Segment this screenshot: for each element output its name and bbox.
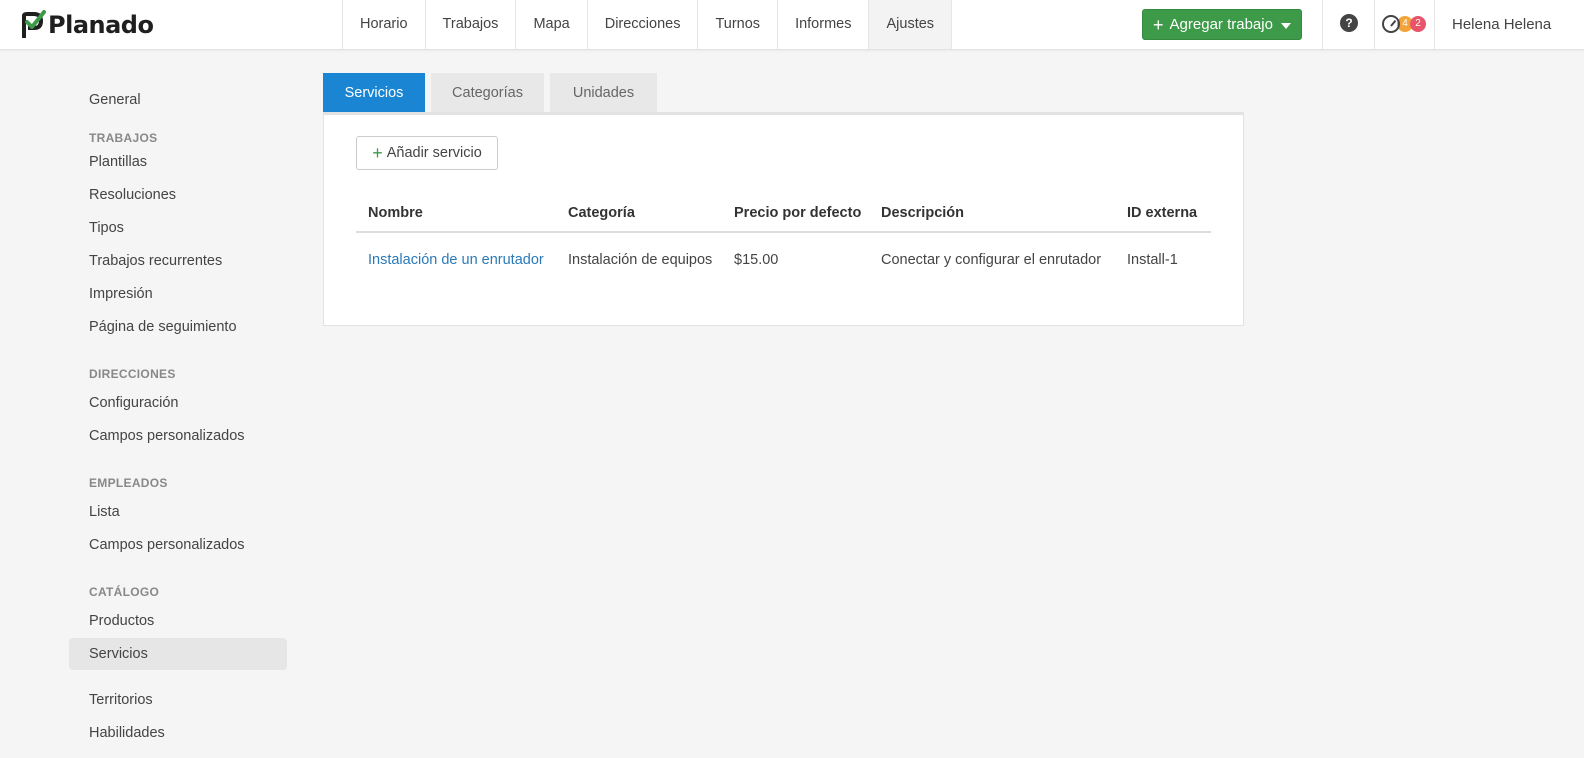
column-header-categoria[interactable]: Categoría — [568, 193, 635, 233]
services-table: Nombre Categoría Precio por defecto Desc… — [356, 193, 1211, 287]
sidebar-heading-direcciones: DIRECCIONES — [89, 367, 176, 381]
sidebar-heading-empleados: EMPLEADOS — [89, 476, 168, 490]
nav-item-informes[interactable]: Informes — [778, 0, 870, 49]
tab-unidades[interactable]: Unidades — [550, 73, 657, 113]
column-header-precio[interactable]: Precio por defecto — [734, 193, 861, 233]
sidebar-heading-trabajos: TRABAJOS — [89, 131, 158, 145]
top-bar: Planado Horario Trabajos Mapa Direccione… — [0, 0, 1584, 50]
nav-item-horario[interactable]: Horario — [343, 0, 426, 49]
clock-icon — [1382, 15, 1400, 33]
service-category: Instalación de equipos — [568, 252, 713, 268]
sidebar-item-configuracion[interactable]: Configuración — [69, 387, 287, 419]
nav-item-mapa[interactable]: Mapa — [516, 0, 588, 49]
service-price: $15.00 — [734, 252, 779, 268]
sidebar-item-habilidades[interactable]: Habilidades — [69, 717, 287, 749]
nav-item-trabajos[interactable]: Trabajos — [426, 0, 517, 49]
help-icon[interactable]: ? — [1340, 14, 1358, 32]
service-description: Conectar y configurar el enrutador — [881, 252, 1102, 268]
planado-logo[interactable]: Planado — [20, 9, 154, 41]
table-row: Instalación de un enrutador Instalación … — [356, 233, 1211, 287]
sidebar-item-productos[interactable]: Productos — [69, 605, 287, 637]
nav-item-direcciones[interactable]: Direcciones — [588, 0, 699, 49]
sidebar-item-trabajos-recurrentes[interactable]: Trabajos recurrentes — [69, 245, 287, 277]
sidebar-item-plantillas[interactable]: Plantillas — [69, 146, 287, 178]
sidebar-item-territorios[interactable]: Territorios — [69, 684, 287, 716]
main-nav: Horario Trabajos Mapa Direcciones Turnos… — [342, 0, 953, 49]
logo-text: Planado — [48, 11, 154, 39]
sidebar-item-pagina-seguimiento[interactable]: Página de seguimiento — [69, 311, 287, 343]
sidebar-item-lista[interactable]: Lista — [69, 496, 287, 528]
tab-categorias[interactable]: Categorías — [431, 73, 544, 113]
sidebar-item-tipos[interactable]: Tipos — [69, 212, 287, 244]
notification-badge-red: 2 — [1410, 16, 1426, 32]
user-menu[interactable]: Helena Helena — [1452, 0, 1551, 49]
add-job-button[interactable]: + Agregar trabajo — [1142, 9, 1302, 40]
sidebar-item-campos-personalizados-direcciones[interactable]: Campos personalizados — [69, 420, 287, 452]
planado-logo-icon — [20, 10, 46, 40]
plus-icon: + — [1153, 14, 1164, 35]
column-header-descripcion[interactable]: Descripción — [881, 193, 964, 233]
sidebar-heading-catalogo: CATÁLOGO — [89, 585, 160, 599]
sidebar-item-general[interactable]: General — [69, 84, 287, 116]
column-header-id-externa[interactable]: ID externa — [1127, 193, 1197, 233]
notifications[interactable]: 4 2 — [1382, 14, 1426, 34]
tab-servicios[interactable]: Servicios — [323, 73, 425, 113]
settings-sidebar: General TRABAJOS Plantillas Resoluciones… — [69, 84, 287, 749]
header-divider — [1374, 0, 1375, 49]
plus-icon: + — [372, 143, 383, 163]
add-job-label: Agregar trabajo — [1169, 16, 1273, 33]
column-header-nombre[interactable]: Nombre — [368, 193, 423, 233]
service-external-id: Install-1 — [1127, 252, 1178, 268]
header-divider — [1434, 0, 1435, 49]
service-name-link[interactable]: Instalación de un enrutador — [368, 233, 544, 287]
sidebar-item-servicios[interactable]: Servicios — [69, 638, 287, 670]
table-header: Nombre Categoría Precio por defecto Desc… — [356, 193, 1211, 233]
sidebar-item-impresion[interactable]: Impresión — [69, 278, 287, 310]
nav-item-turnos[interactable]: Turnos — [698, 0, 779, 49]
sidebar-item-campos-personalizados-empleados[interactable]: Campos personalizados — [69, 529, 287, 561]
add-service-button[interactable]: + Añadir servicio — [356, 136, 498, 170]
caret-down-icon — [1280, 23, 1291, 29]
sidebar-item-resoluciones[interactable]: Resoluciones — [69, 179, 287, 211]
nav-item-ajustes[interactable]: Ajustes — [869, 0, 953, 49]
add-service-label: Añadir servicio — [386, 145, 482, 161]
header-divider — [1322, 0, 1323, 49]
